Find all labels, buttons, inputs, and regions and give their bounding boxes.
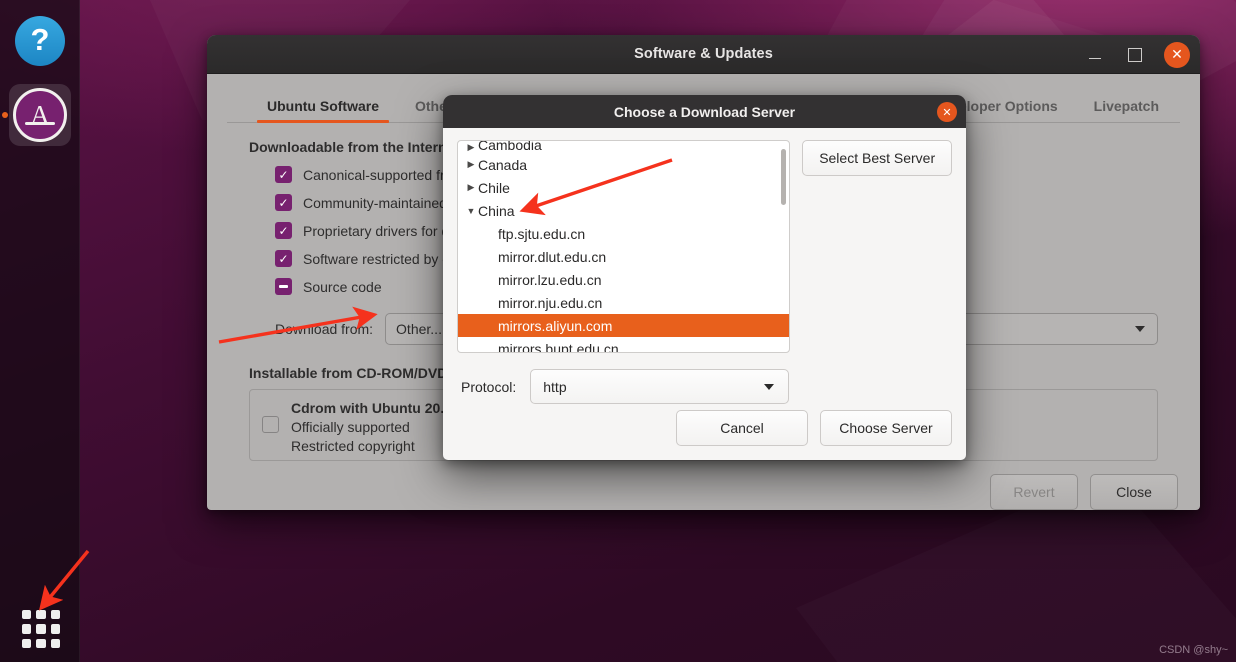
list-item-country[interactable]: ▶ Canada	[458, 153, 789, 176]
protocol-row: Protocol: http	[457, 369, 952, 404]
window-footer: Revert Close	[990, 474, 1178, 510]
list-item-country-china[interactable]: ▼ China	[458, 199, 789, 222]
checkbox-cdrom[interactable]	[262, 416, 279, 433]
server-list[interactable]: ▶ Cambodia ▶ Canada ▶ Chile ▼ China ftp.…	[457, 140, 791, 353]
select-best-server-button[interactable]: Select Best Server	[802, 140, 952, 176]
dialog-main: ▶ Cambodia ▶ Canada ▶ Chile ▼ China ftp.…	[457, 140, 952, 353]
checkbox-universe[interactable]: ✓	[275, 194, 292, 211]
chevron-right-icon: ▶	[467, 159, 475, 169]
chevron-down-icon	[764, 383, 775, 390]
list-item-mirror[interactable]: mirrors.bupt.edu.cn	[458, 337, 789, 353]
grid-dot-icon	[36, 624, 46, 634]
dialog-close-icon[interactable]: ✕	[937, 102, 957, 122]
list-item-label: ftp.sjtu.edu.cn	[498, 225, 586, 242]
revert-button[interactable]: Revert	[990, 474, 1078, 510]
list-item-label: Canada	[478, 156, 528, 173]
list-item-label: mirrors.bupt.edu.cn	[498, 340, 619, 353]
list-item-mirror-selected[interactable]: mirrors.aliyun.com	[458, 314, 790, 337]
list-item-mirror[interactable]: mirror.lzu.edu.cn	[458, 268, 789, 291]
protocol-value: http	[543, 378, 567, 395]
grid-dot-icon	[36, 638, 46, 648]
grid-dot-icon	[22, 638, 32, 648]
server-list-scrollbar[interactable]	[781, 149, 787, 205]
list-item-mirror[interactable]: ftp.sjtu.edu.cn	[458, 222, 789, 245]
dialog-titlebar[interactable]: Choose a Download Server ✕	[443, 95, 966, 128]
watermark: CSDN @shy~	[1159, 644, 1228, 656]
list-item-country[interactable]: ▶ Chile	[458, 176, 789, 199]
window-title: Software & Updates	[634, 46, 773, 62]
desktop: ? A Software & Updates ✕ Ubuntu Software…	[0, 0, 1236, 662]
dock: ? A	[0, 0, 80, 662]
choose-server-button[interactable]: Choose Server	[820, 410, 952, 446]
list-item-mirror[interactable]: mirror.nju.edu.cn	[458, 291, 789, 314]
list-item-label: mirror.lzu.edu.cn	[498, 271, 602, 288]
grid-dot-icon	[50, 624, 60, 634]
tab-livepatch[interactable]: Livepatch	[1076, 98, 1177, 122]
grid-dot-icon	[50, 638, 60, 648]
show-applications-button[interactable]	[20, 608, 62, 650]
window-controls: ✕	[1084, 35, 1190, 74]
list-item-country[interactable]: ▶ Cambodia	[458, 141, 789, 153]
tab-ubuntu-software[interactable]: Ubuntu Software	[249, 98, 397, 123]
chevron-down-icon	[1135, 326, 1145, 332]
list-item-mirror[interactable]: mirror.dlut.edu.cn	[458, 245, 789, 268]
list-item-label: Chile	[478, 179, 510, 196]
dialog-body: ▶ Cambodia ▶ Canada ▶ Chile ▼ China ftp.…	[443, 128, 966, 404]
download-from-label: Download from:	[275, 321, 374, 337]
dock-item-ubuntu-software[interactable]: A	[9, 84, 71, 146]
download-from-value: Other...	[396, 321, 442, 337]
checkbox-multiverse[interactable]: ✓	[275, 250, 292, 267]
protocol-combobox[interactable]: http	[530, 369, 790, 404]
cancel-button[interactable]: Cancel	[676, 410, 808, 446]
list-item-label: mirror.nju.edu.cn	[498, 294, 603, 311]
list-item-label: China	[478, 202, 515, 219]
checkbox-restricted[interactable]: ✓	[275, 222, 292, 239]
chevron-right-icon: ▶	[467, 182, 475, 192]
choose-download-server-dialog: Choose a Download Server ✕ ▶ Cambodia ▶ …	[443, 95, 966, 460]
help-icon: ?	[15, 16, 65, 66]
running-indicator-dot	[2, 112, 8, 118]
window-titlebar[interactable]: Software & Updates ✕	[207, 35, 1200, 74]
ubuntu-software-icon: A	[13, 88, 67, 142]
checkbox-label-source-code: Source code	[303, 278, 382, 295]
maximize-button[interactable]	[1124, 44, 1146, 66]
dialog-footer: Cancel Choose Server	[676, 410, 952, 446]
list-item-label: mirrors.aliyun.com	[498, 317, 613, 334]
list-item-label: mirror.dlut.edu.cn	[498, 248, 607, 265]
minimize-button[interactable]	[1084, 44, 1106, 66]
chevron-right-icon: ▶	[467, 142, 475, 152]
chevron-down-icon: ▼	[466, 205, 476, 216]
dialog-title: Choose a Download Server	[613, 103, 796, 120]
close-button[interactable]: Close	[1090, 474, 1178, 510]
dock-item-help[interactable]: ?	[9, 10, 71, 72]
grid-dot-icon	[22, 624, 32, 634]
checkbox-source-code[interactable]	[275, 278, 292, 295]
grid-dot-icon	[36, 610, 46, 620]
checkbox-main[interactable]: ✓	[275, 166, 292, 183]
grid-dot-icon	[50, 610, 60, 620]
list-item-label: Cambodia	[478, 141, 542, 153]
protocol-label: Protocol:	[461, 378, 517, 395]
grid-dot-icon	[22, 610, 32, 620]
close-icon[interactable]: ✕	[1164, 41, 1190, 68]
